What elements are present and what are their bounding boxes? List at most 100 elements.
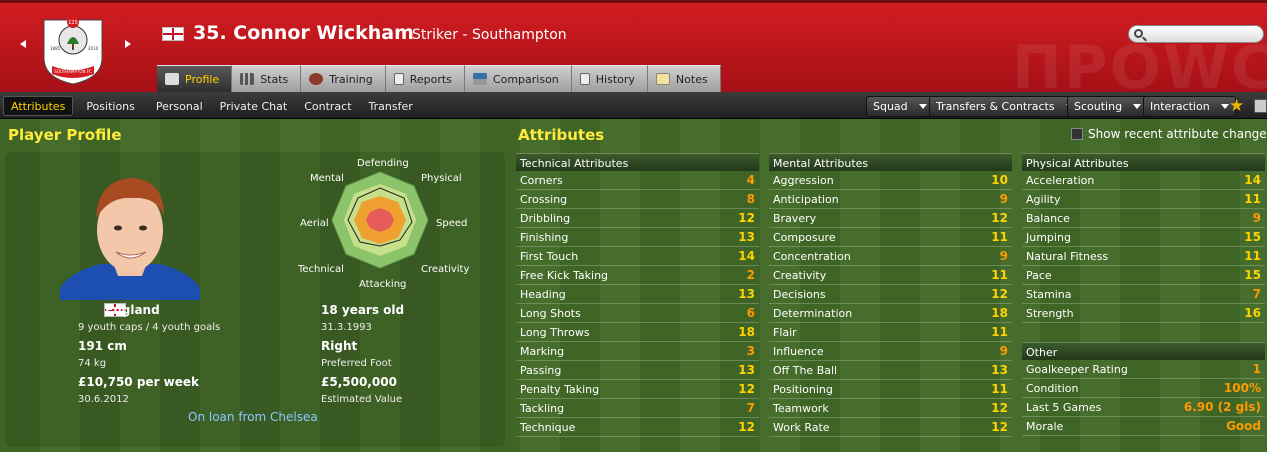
attribute-row[interactable]: Balance 9	[1022, 209, 1265, 228]
attribute-row[interactable]: Work Rate 12	[769, 418, 1012, 437]
attribute-row[interactable]: Stamina 7	[1022, 285, 1265, 304]
show-recent-changes-checkbox[interactable]	[1071, 128, 1083, 140]
attribute-row[interactable]: Goalkeeper Rating 1	[1022, 360, 1265, 379]
attribute-value: 2	[746, 268, 755, 282]
attribute-row[interactable]: Finishing 13	[516, 228, 759, 247]
attribute-row[interactable]: Tackling 7	[516, 399, 759, 418]
comparison-icon	[472, 73, 487, 85]
attribute-row[interactable]: Positioning 11	[769, 380, 1012, 399]
player-height: 191 cm	[78, 339, 127, 353]
attribute-row[interactable]: Dribbling 12	[516, 209, 759, 228]
attribute-row[interactable]: Flair 11	[769, 323, 1012, 342]
favourite-star-icon[interactable]: ★	[1229, 96, 1244, 116]
attribute-row[interactable]: Penalty Taking 12	[516, 380, 759, 399]
attribute-row[interactable]: Teamwork 12	[769, 399, 1012, 418]
attribute-row[interactable]: First Touch 14	[516, 247, 759, 266]
attribute-row[interactable]: Pace 15	[1022, 266, 1265, 285]
attribute-name: Penalty Taking	[520, 382, 600, 396]
attribute-row[interactable]: Aggression 10	[769, 171, 1012, 190]
tab-notes[interactable]: Notes	[647, 65, 721, 92]
attribute-row[interactable]: Off The Ball 13	[769, 361, 1012, 380]
attribute-row[interactable]: Creativity 11	[769, 266, 1012, 285]
search-input[interactable]	[1128, 25, 1264, 43]
tab-reports[interactable]: Reports	[385, 65, 465, 92]
subtab-personal[interactable]: Personal	[149, 96, 210, 116]
main-tabs: Profile Stats Training Reports Compariso…	[157, 65, 721, 92]
attribute-value: 10	[991, 173, 1008, 187]
attribute-row[interactable]: Free Kick Taking 2	[516, 266, 759, 285]
tab-training[interactable]: Training	[301, 65, 386, 92]
attribute-row[interactable]: Marking 3	[516, 342, 759, 361]
attribute-name: Free Kick Taking	[520, 268, 609, 282]
tab-comparison[interactable]: Comparison	[464, 65, 572, 92]
attribute-value: 9	[999, 249, 1008, 263]
tab-label: History	[595, 72, 635, 86]
attribute-value: 4	[746, 173, 755, 187]
show-recent-changes-label[interactable]: Show recent attribute changes	[1088, 127, 1267, 141]
radar-label-attacking: Attacking	[359, 279, 407, 290]
subtab-contract[interactable]: Contract	[297, 96, 358, 116]
player-position-club[interactable]: Striker - Southampton	[412, 27, 567, 43]
attribute-value: 16	[1244, 306, 1261, 320]
attribute-row[interactable]: Determination 18	[769, 304, 1012, 323]
attribute-name: Positioning	[773, 382, 833, 396]
attribute-name: Pace	[1026, 268, 1052, 282]
attribute-name: Technique	[520, 420, 576, 434]
attribute-row[interactable]: Concentration 9	[769, 247, 1012, 266]
crest-year-right: 2010	[88, 46, 99, 51]
attribute-value: 9	[999, 344, 1008, 358]
loan-status-link[interactable]: On loan from Chelsea	[188, 410, 318, 424]
nationality[interactable]: England	[105, 303, 160, 317]
attribute-row[interactable]: Last 5 Games 6.90 (2 gls)	[1022, 398, 1265, 417]
attribute-row[interactable]: Influence 9	[769, 342, 1012, 361]
attribute-row[interactable]: Agility 11	[1022, 190, 1265, 209]
club-crest-logo[interactable]: 125 SOUTHAMPTON FC 1885 2010	[40, 14, 106, 86]
england-flag-icon	[162, 27, 184, 41]
notes-icon[interactable]	[1254, 99, 1267, 113]
attribute-value: 18	[738, 325, 755, 339]
history-icon	[579, 73, 590, 85]
tab-profile[interactable]: Profile	[157, 65, 233, 92]
attribute-row[interactable]: Passing 13	[516, 361, 759, 380]
attribute-row[interactable]: Crossing 8	[516, 190, 759, 209]
attribute-row[interactable]: Anticipation 9	[769, 190, 1012, 209]
transfers-contracts-menu-button[interactable]: Transfers & Contracts	[929, 96, 1081, 117]
attribute-row[interactable]: Jumping 15	[1022, 228, 1265, 247]
attribute-row[interactable]: Bravery 12	[769, 209, 1012, 228]
tab-history[interactable]: History	[571, 65, 648, 92]
attribute-value: Good	[1226, 419, 1261, 433]
attribute-row[interactable]: Condition 100%	[1022, 379, 1265, 398]
subtab-attributes[interactable]: Attributes	[3, 96, 74, 116]
tab-label: Comparison	[492, 72, 559, 86]
attribute-row[interactable]: Strength 16	[1022, 304, 1265, 323]
prev-arrow-icon[interactable]	[20, 40, 26, 48]
subtab-positions[interactable]: Positions	[79, 96, 142, 116]
date-of-birth: 31.3.1993	[321, 322, 372, 333]
attribute-row[interactable]: Long Shots 6	[516, 304, 759, 323]
attribute-name: Tackling	[520, 401, 565, 415]
scouting-menu-button[interactable]: Scouting	[1067, 96, 1149, 117]
attribute-row[interactable]: Heading 13	[516, 285, 759, 304]
interaction-menu-button[interactable]: Interaction	[1143, 96, 1236, 117]
attribute-value: 7	[746, 401, 755, 415]
next-arrow-icon[interactable]	[125, 40, 131, 48]
attribute-row[interactable]: Decisions 12	[769, 285, 1012, 304]
tab-stats[interactable]: Stats	[232, 65, 302, 92]
attribute-name: First Touch	[520, 249, 579, 263]
physical-attributes-table: Physical Attributes Acceleration 14 Agilit…	[1022, 153, 1265, 323]
attribute-row[interactable]: Long Throws 18	[516, 323, 759, 342]
attribute-row[interactable]: Technique 12	[516, 418, 759, 437]
squad-menu-button[interactable]: Squad	[866, 96, 934, 117]
attribute-row[interactable]: Acceleration 14	[1022, 171, 1265, 190]
attribute-name: Work Rate	[773, 420, 830, 434]
attribute-value: 18	[991, 306, 1008, 320]
attribute-name: Long Shots	[520, 306, 581, 320]
youth-caps: 9 youth caps / 4 youth goals	[78, 322, 221, 333]
attribute-row[interactable]: Natural Fitness 11	[1022, 247, 1265, 266]
attribute-value: 11	[991, 325, 1008, 339]
attribute-row[interactable]: Corners 4	[516, 171, 759, 190]
subtab-transfer[interactable]: Transfer	[362, 96, 420, 116]
subtab-private-chat[interactable]: Private Chat	[213, 96, 295, 116]
attribute-row[interactable]: Morale Good	[1022, 417, 1265, 436]
attribute-row[interactable]: Composure 11	[769, 228, 1012, 247]
